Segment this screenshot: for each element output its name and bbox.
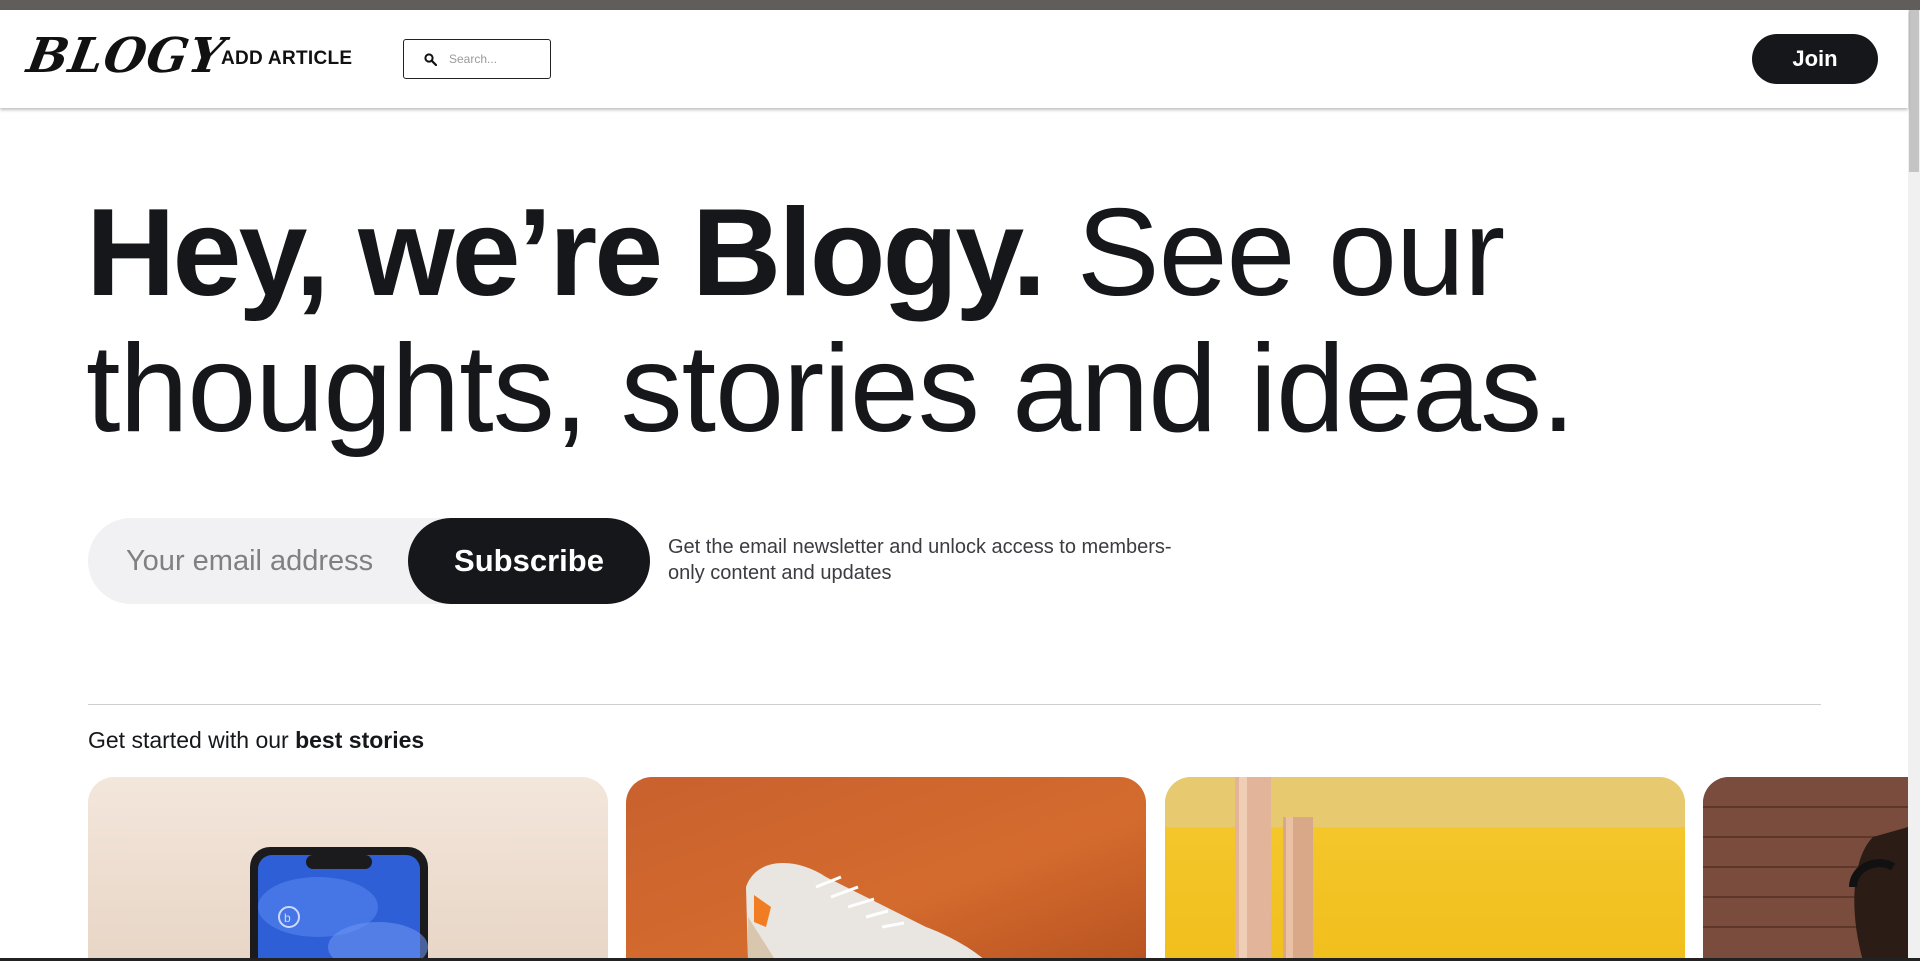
hero-bold-text: Hey, we’re Blogy. bbox=[86, 184, 1046, 322]
subscribe-form: Subscribe bbox=[88, 518, 650, 604]
hero-heading: Hey, we’re Blogy. See our thoughts, stor… bbox=[86, 185, 1846, 457]
yellow-chair-image bbox=[1165, 777, 1685, 961]
phone-image: b bbox=[250, 847, 428, 961]
join-button[interactable]: Join bbox=[1752, 34, 1878, 84]
scrollbar-thumb[interactable] bbox=[1909, 10, 1919, 172]
story-card-chair[interactable] bbox=[1165, 777, 1685, 961]
newsletter-note: Get the email newsletter and unlock acce… bbox=[668, 536, 1172, 584]
site-logo[interactable]: BLOGY bbox=[23, 26, 230, 86]
section-divider bbox=[88, 704, 1821, 705]
browser-top-strip bbox=[0, 0, 1920, 10]
story-card-sneaker[interactable] bbox=[626, 777, 1146, 961]
best-stories-heading-bold: best stories bbox=[295, 727, 425, 753]
search-box[interactable] bbox=[403, 39, 551, 79]
best-stories-heading: Get started with our best stories bbox=[88, 726, 424, 754]
navbar: BLOGY ADD ARTICLE Join bbox=[0, 10, 1908, 108]
add-article-link[interactable]: ADD ARTICLE bbox=[221, 48, 352, 70]
story-card-brick[interactable] bbox=[1703, 777, 1908, 961]
best-stories-heading-prefix: Get started with our bbox=[88, 727, 289, 753]
brick-wall-person-image bbox=[1703, 777, 1908, 961]
page-scrollbar[interactable] bbox=[1908, 10, 1920, 961]
search-icon bbox=[424, 52, 437, 66]
search-input[interactable] bbox=[447, 51, 547, 67]
story-card-phone[interactable]: b bbox=[88, 777, 608, 961]
email-input[interactable] bbox=[124, 538, 424, 584]
svg-text:b: b bbox=[284, 911, 291, 925]
subscribe-button[interactable]: Subscribe bbox=[408, 518, 650, 604]
sneaker-image bbox=[746, 863, 986, 961]
